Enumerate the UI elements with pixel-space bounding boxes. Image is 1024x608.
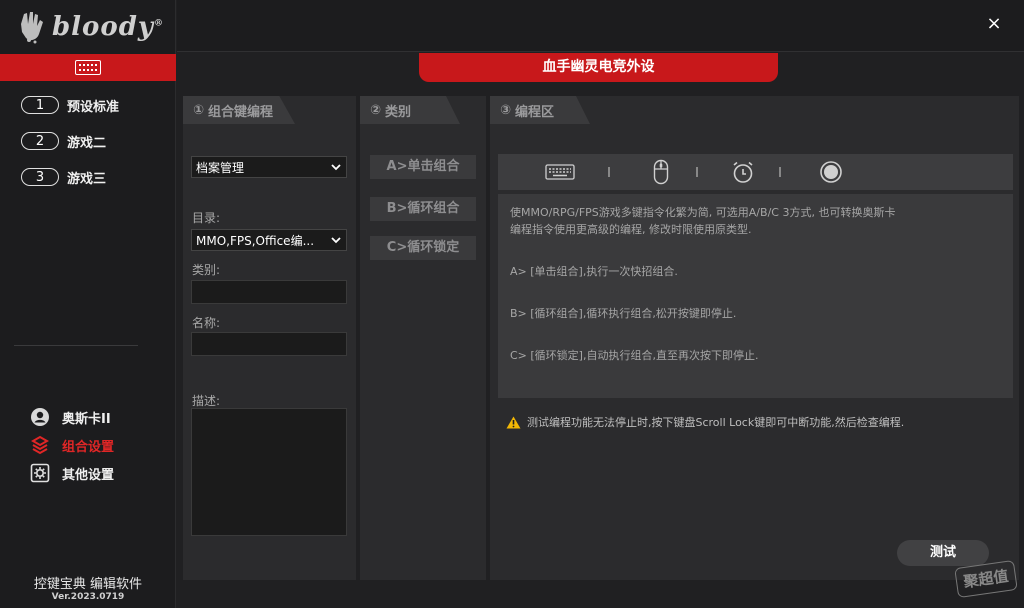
description-field[interactable] <box>191 408 347 536</box>
chevron-down-icon <box>331 162 341 172</box>
keyboard-icon <box>75 60 101 75</box>
menu-label: 组合设置 <box>62 439 115 455</box>
panel-header: ③ 编程区 <box>490 96 590 124</box>
layers-icon <box>30 435 50 455</box>
category-panel: ② 类别 A>单击组合 B>循环组合 C>循环锁定 <box>360 96 486 580</box>
panel-title: 编程区 <box>515 104 555 120</box>
profile-number: 2 <box>21 132 59 150</box>
chevron-down-icon <box>331 235 341 245</box>
description-item-a: A> [单击组合],执行一次快招组合. <box>510 265 678 278</box>
description-line: 编程指令使用更高级的编程, 修改时限使用原类型. <box>510 223 752 236</box>
panel-title: 组合键编程 <box>208 104 274 120</box>
warning-notice: 测试编程功能无法停止时,按下键盘Scroll Lock键即可中断功能,然后检查编… <box>506 414 904 430</box>
menu-item-oscar[interactable]: 奥斯卡II <box>30 407 111 427</box>
description-label: 描述: <box>192 394 221 408</box>
banner-title: 血手幽灵电竞外设 <box>419 53 778 82</box>
toolbar-separator <box>608 167 610 177</box>
bloody-hand-logo-icon <box>18 10 46 44</box>
panel-index: ① <box>193 102 205 118</box>
menu-item-combo-settings[interactable]: 组合设置 <box>30 435 114 455</box>
panel-header: ② 类别 <box>360 96 460 124</box>
description-item-c: C> [循环锁定],自动执行组合,直至再次按下即停止. <box>510 349 759 362</box>
close-button[interactable]: × <box>986 15 1002 33</box>
directory-select[interactable]: MMO,FPS,Office编... <box>191 229 347 251</box>
logo-text: bloody® <box>52 12 165 42</box>
profile-label: 游戏三 <box>67 171 107 187</box>
menu-label: 其他设置 <box>62 467 115 483</box>
description-item-b: B> [循环组合],循环执行组合,松开按键即停止. <box>510 307 737 320</box>
category-field[interactable] <box>191 280 347 304</box>
keyboard-icon[interactable] <box>540 154 580 190</box>
record-icon[interactable] <box>816 154 846 190</box>
panel-index: ③ <box>500 102 512 118</box>
profile-label: 预设标准 <box>67 99 120 115</box>
profile-label: 游戏二 <box>67 135 107 151</box>
toolbar-separator <box>779 167 781 177</box>
mouse-icon[interactable] <box>646 154 676 190</box>
directory-label: 目录: <box>192 211 221 225</box>
profile-2[interactable]: 2 游戏二 <box>21 131 106 151</box>
app-window: bloody® 1 预设标准 2 游戏二 3 游戏三 奥斯卡II 组合设置 其他… <box>0 0 1024 608</box>
profile-3[interactable]: 3 游戏三 <box>21 167 106 187</box>
warning-text: 测试编程功能无法停止时,按下键盘Scroll Lock键即可中断功能,然后检查编… <box>527 416 905 429</box>
file-management-select[interactable]: 档案管理 <box>191 156 347 178</box>
combo-programming-panel: ① 组合键编程 档案管理 目录: MMO,FPS,Office编... 类别: … <box>183 96 356 580</box>
panel-index: ② <box>370 102 382 118</box>
timer-icon[interactable] <box>728 154 758 190</box>
title-bar: × <box>177 0 1024 52</box>
profile-1[interactable]: 1 预设标准 <box>21 95 119 115</box>
mode-b-loop-combo-button[interactable]: B>循环组合 <box>370 197 476 221</box>
gear-icon <box>30 463 50 483</box>
menu-item-other-settings[interactable]: 其他设置 <box>30 463 114 483</box>
name-label: 名称: <box>192 316 221 330</box>
name-field[interactable] <box>191 332 347 356</box>
warning-icon <box>506 416 521 429</box>
programming-toolbar <box>498 154 1013 190</box>
panel-header: ① 组合键编程 <box>183 96 295 124</box>
panel-title: 类别 <box>385 104 412 120</box>
oscar-icon <box>30 407 50 427</box>
profile-number: 3 <box>21 168 59 186</box>
mode-c-loop-lock-button[interactable]: C>循环锁定 <box>370 236 476 260</box>
menu-label: 奥斯卡II <box>62 411 111 427</box>
toolbar-separator <box>696 167 698 177</box>
programming-description: 使MMO/RPG/FPS游戏多键指令化繁为简, 可选用A/B/C 3方式, 也可… <box>498 194 1013 398</box>
sidebar: bloody® 1 预设标准 2 游戏二 3 游戏三 奥斯卡II 组合设置 其他… <box>0 0 176 608</box>
test-button[interactable]: 测试 <box>897 540 989 566</box>
description-line: 使MMO/RPG/FPS游戏多键指令化繁为简, 可选用A/B/C 3方式, 也可… <box>510 206 896 219</box>
sidebar-divider <box>14 345 138 346</box>
mode-a-single-combo-button[interactable]: A>单击组合 <box>370 155 476 179</box>
logo: bloody® <box>18 8 163 46</box>
keyboard-tab[interactable] <box>0 54 176 81</box>
software-version: Ver.2023.0719 <box>51 592 125 602</box>
profile-number: 1 <box>21 96 59 114</box>
programming-panel: ③ 编程区 使MMO/RPG/FPS游戏多键指令化繁为简, 可选用A/B/C 3… <box>490 96 1019 580</box>
category-label: 类别: <box>192 263 221 277</box>
software-name: 控键宝典 编辑软件 <box>33 577 143 592</box>
